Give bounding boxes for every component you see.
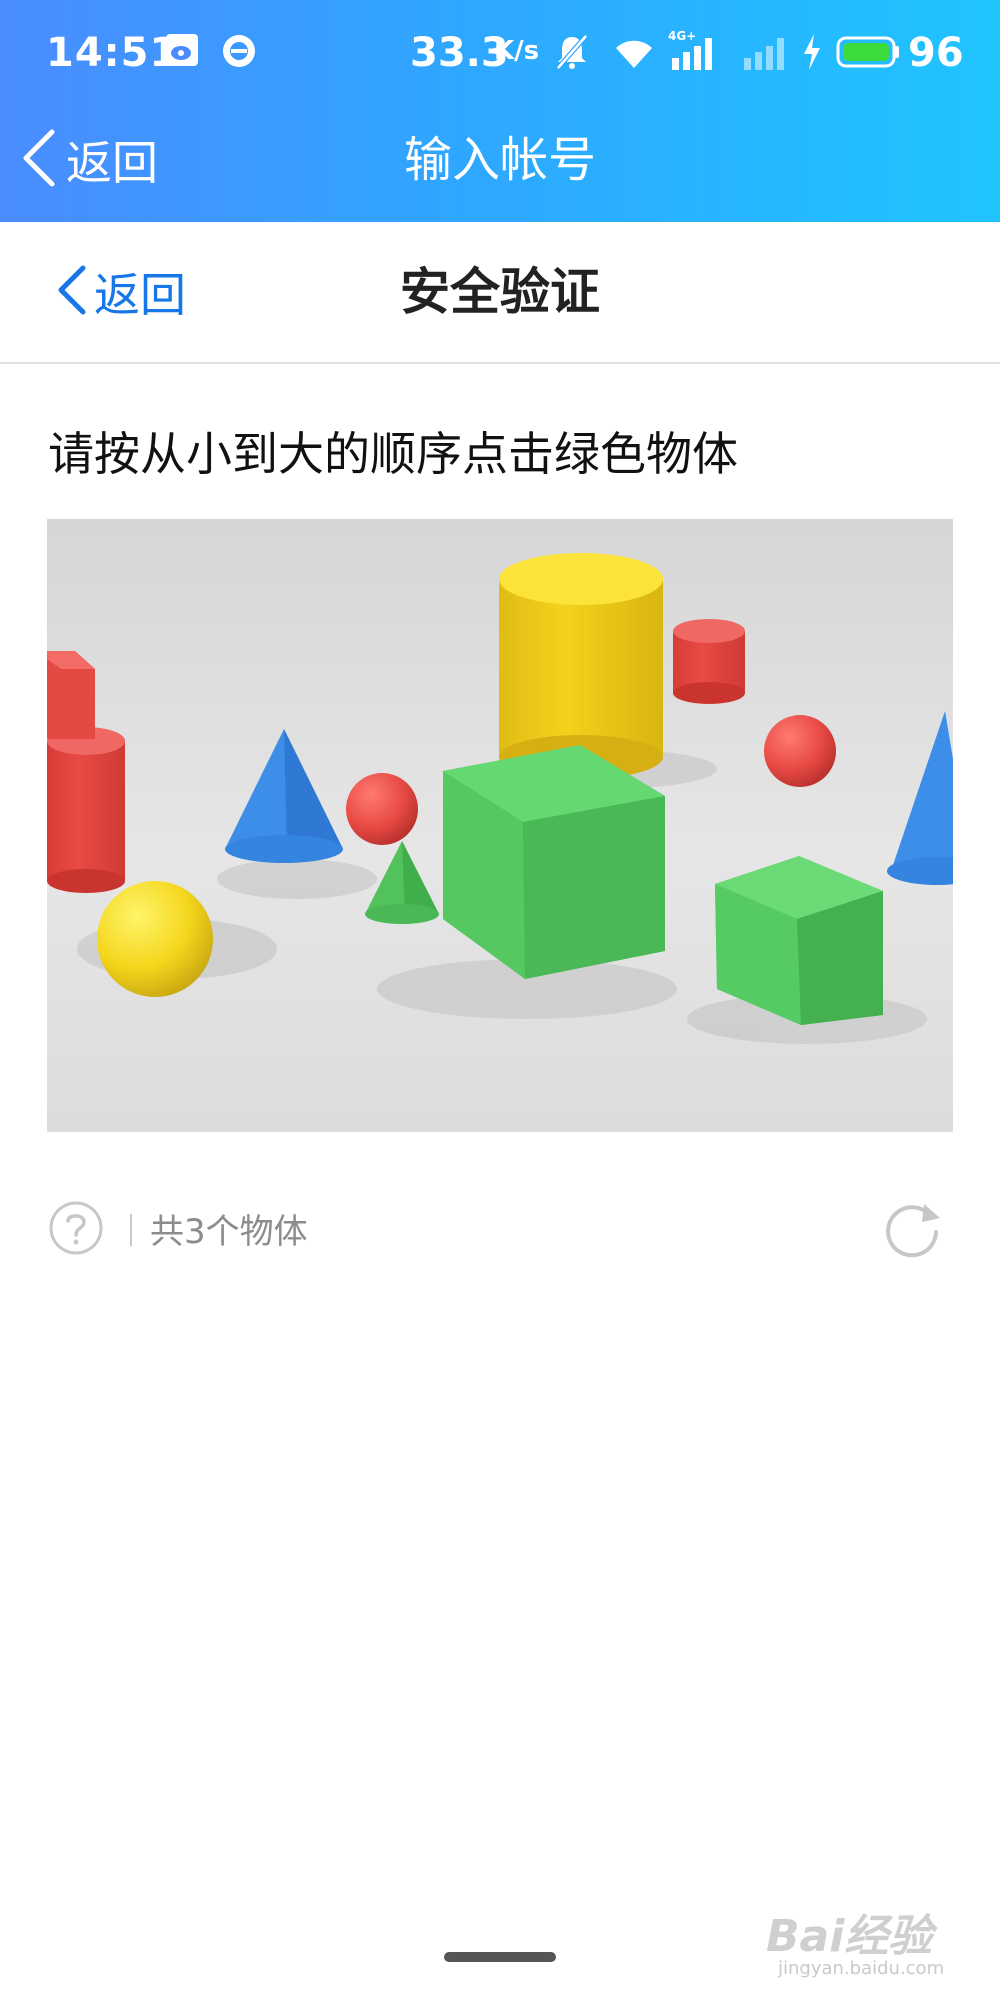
svg-text:4G+: 4G+ (668, 29, 696, 43)
yellow-cylinder (499, 553, 663, 779)
inner-nav-bar: 返回 安全验证 (0, 222, 1000, 364)
divider (130, 1214, 132, 1246)
red-block-edge (47, 651, 95, 739)
app-header: 14:51 33.3 K/s 4G+ 96 返回 输入帐号 (0, 0, 1000, 222)
watermark-logo: Bai经验 (766, 1911, 933, 1962)
object-count: 共3个物体 (150, 1212, 308, 1252)
refresh-icon[interactable] (880, 1196, 946, 1262)
chat-bubble-icon (220, 32, 258, 74)
baidu-jingyan-watermark: Bai经验 jingyan.baidu.com (766, 1900, 966, 1990)
captcha-instruction: 请按从小到大的顺序点击绿色物体 (48, 427, 738, 481)
mute-bell-icon (552, 32, 592, 76)
question-circle-icon[interactable] (48, 1200, 104, 1256)
outer-nav-bar: 返回 输入帐号 (0, 110, 1000, 222)
status-bar: 14:51 33.3 K/s 4G+ 96 (0, 0, 1000, 105)
net-speed-unit: K/s (494, 36, 540, 66)
charging-icon (800, 32, 824, 76)
signal-weak-icon (740, 28, 788, 76)
watermark-url: jingyan.baidu.com (778, 1958, 945, 1979)
battery-icon (836, 36, 900, 72)
weibo-icon (164, 32, 200, 72)
red-small-cylinder (673, 619, 745, 704)
captcha-image[interactable] (47, 519, 987, 1132)
yellow-sphere (97, 881, 213, 997)
signal-4g-icon: 4G+ (668, 28, 720, 76)
battery-level: 96 (908, 30, 964, 76)
inner-page-title: 安全验证 (400, 263, 600, 321)
red-sphere-right (764, 715, 836, 787)
outer-page-title: 输入帐号 (403, 132, 596, 188)
status-time: 14:51 (46, 30, 179, 76)
wifi-icon (612, 32, 656, 76)
captcha-footer: 共3个物体 (0, 1190, 1000, 1270)
red-sphere (346, 773, 418, 845)
red-cylinder-edge (47, 727, 125, 893)
home-indicator[interactable] (444, 1952, 556, 1962)
